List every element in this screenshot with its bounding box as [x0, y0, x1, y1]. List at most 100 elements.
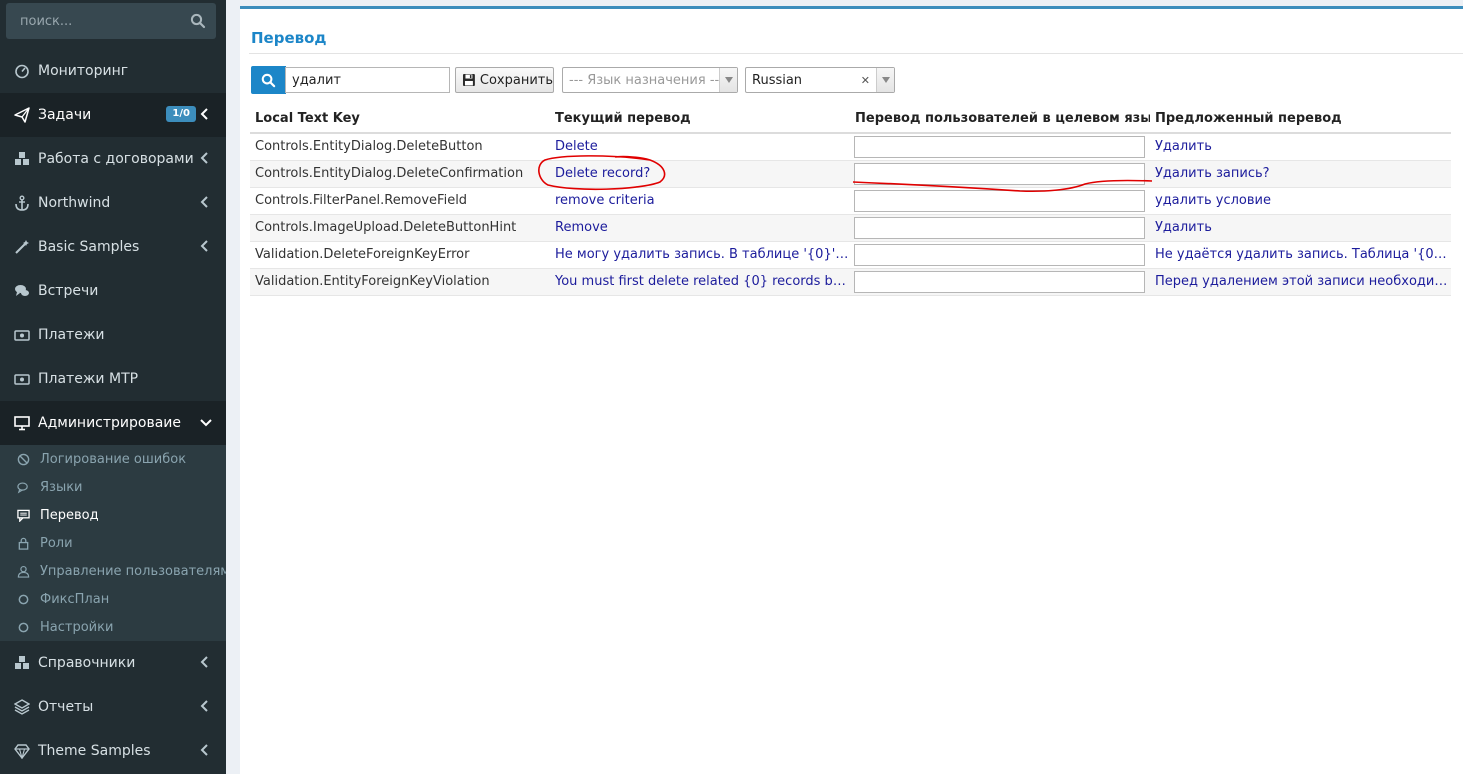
- sidebar-item-monitoring[interactable]: Мониторинг: [0, 49, 226, 93]
- circle-icon: [16, 592, 30, 606]
- administration-submenu: Логирование ошибок Языки Перевод Роли Уп…: [0, 445, 226, 641]
- sidebar-item-error-log[interactable]: Логирование ошибок: [0, 445, 226, 473]
- sidebar-item-label: Языки: [40, 479, 83, 495]
- cell-key: Controls.EntityDialog.DeleteConfirmation: [250, 160, 550, 188]
- save-button-label: Сохранить: [479, 72, 553, 88]
- cell-suggested[interactable]: удалить условие: [1150, 187, 1451, 215]
- target-language-select[interactable]: --- Язык назначения ---: [562, 67, 738, 93]
- table-row: Validation.EntityForeignKeyViolation You…: [250, 268, 1451, 296]
- sidebar-item-label: Перевод: [40, 507, 99, 523]
- column-header-user[interactable]: Перевод пользователей в целевом языке: [850, 105, 1150, 134]
- cell-current[interactable]: Не могу удалить запись. В таблице '{0}' …: [550, 241, 850, 269]
- dropdown-arrow-icon[interactable]: [719, 68, 737, 92]
- user-translation-input[interactable]: [854, 270, 1145, 293]
- tasks-count-badge: 1/0: [166, 106, 196, 122]
- sidebar-item-user-management[interactable]: Управление пользователями: [0, 557, 226, 585]
- sidebar-item-reports[interactable]: Отчеты: [0, 685, 226, 729]
- money-icon: [14, 371, 30, 387]
- sidebar-item-label: Администрироваие: [38, 415, 182, 431]
- sidebar-item-label: Мониторинг: [38, 63, 129, 79]
- sidebar-item-administration[interactable]: Администрироваие: [0, 401, 226, 445]
- cell-current[interactable]: Delete: [550, 133, 850, 161]
- sidebar-item-label: Логирование ошибок: [40, 451, 187, 467]
- quick-search-input[interactable]: [285, 67, 450, 93]
- sidebar-item-fixplan[interactable]: ФиксПлан: [0, 585, 226, 613]
- sidebar-item-label: Управление пользователями: [40, 563, 226, 579]
- search-icon[interactable]: [190, 13, 206, 29]
- column-header-key[interactable]: Local Text Key: [250, 105, 550, 134]
- lock-icon: [16, 536, 30, 550]
- translation-table: Local Text Key Текущий перевод Перевод п…: [250, 105, 1451, 296]
- sidebar-item-label: Справочники: [38, 655, 136, 671]
- sidebar-item-roles[interactable]: Роли: [0, 529, 226, 557]
- page-title: Перевод: [251, 29, 327, 47]
- user-translation-input[interactable]: [854, 135, 1145, 158]
- cell-suggested[interactable]: Не удаётся удалить запись. Таблица '{0}'…: [1150, 241, 1451, 269]
- chevron-left-icon: [200, 196, 210, 208]
- sidebar-item-label: Встречи: [38, 283, 99, 299]
- user-translation-input[interactable]: [854, 243, 1145, 266]
- user-translation-input[interactable]: [854, 162, 1145, 185]
- dropdown-arrow-icon[interactable]: [876, 68, 894, 92]
- cell-suggested[interactable]: Удалить: [1150, 133, 1451, 161]
- user-translation-input[interactable]: [854, 189, 1145, 212]
- sidebar-item-tasks[interactable]: Задачи 1/0: [0, 93, 226, 137]
- cell-suggested[interactable]: Удалить запись?: [1150, 160, 1451, 188]
- cubes-icon: [14, 151, 30, 167]
- magic-wand-icon: [14, 239, 30, 255]
- clear-icon[interactable]: ✕: [861, 74, 870, 87]
- chevron-left-icon: [200, 744, 210, 756]
- search-icon: [261, 73, 276, 87]
- table-row: Controls.ImageUpload.DeleteButtonHint Re…: [250, 214, 1451, 242]
- user-translation-input[interactable]: [854, 216, 1145, 239]
- table-row: Controls.FilterPanel.RemoveField remove …: [250, 187, 1451, 215]
- sidebar-item-label: Платежи MTP: [38, 371, 139, 387]
- sidebar-item-label: Basic Samples: [38, 239, 140, 255]
- target-language-placeholder: --- Язык назначения ---: [569, 72, 724, 88]
- sidebar-item-label: Роли: [40, 535, 73, 551]
- sidebar-item-northwind[interactable]: Northwind: [0, 181, 226, 225]
- cell-key: Controls.ImageUpload.DeleteButtonHint: [250, 214, 550, 242]
- cell-current[interactable]: Delete record?: [550, 160, 850, 188]
- sidebar-search-input[interactable]: [6, 3, 216, 39]
- sidebar: Мониторинг Задачи 1/0 Работа с договорам…: [0, 0, 226, 774]
- sidebar-item-payments[interactable]: Платежи: [0, 313, 226, 357]
- sidebar-item-translation[interactable]: Перевод: [0, 501, 226, 529]
- sidebar-item-meetings[interactable]: Встречи: [0, 269, 226, 313]
- chevron-left-icon: [200, 152, 210, 164]
- column-header-current[interactable]: Текущий перевод: [550, 105, 850, 134]
- sidebar-item-basic-samples[interactable]: Basic Samples: [0, 225, 226, 269]
- sidebar-item-languages[interactable]: Языки: [0, 473, 226, 501]
- comment-icon: [16, 508, 30, 522]
- column-header-suggested[interactable]: Предложенный перевод: [1150, 105, 1451, 134]
- cell-key: Validation.DeleteForeignKeyError: [250, 241, 550, 269]
- sidebar-item-settings[interactable]: Настройки: [0, 613, 226, 641]
- source-language-select[interactable]: Russian ✕: [745, 67, 895, 93]
- cell-current[interactable]: remove criteria: [550, 187, 850, 215]
- sidebar-item-label: ФиксПлан: [40, 591, 110, 607]
- search-button[interactable]: [251, 66, 286, 94]
- sidebar-item-label: Работа с договорами: [38, 151, 194, 167]
- sidebar-search: [6, 3, 216, 39]
- desktop-icon: [14, 415, 30, 431]
- sidebar-item-directories[interactable]: Справочники: [0, 641, 226, 685]
- cell-current[interactable]: You must first delete related {0} record…: [550, 268, 850, 296]
- table-row: Controls.EntityDialog.DeleteConfirmation…: [250, 160, 1451, 188]
- cell-suggested[interactable]: Перед удалением этой записи необходимо у…: [1150, 268, 1451, 296]
- cubes-icon: [14, 655, 30, 671]
- comments-icon: [14, 283, 30, 299]
- cell-suggested[interactable]: Удалить: [1150, 214, 1451, 242]
- cell-current[interactable]: Remove: [550, 214, 850, 242]
- divider: [249, 53, 1463, 54]
- sidebar-item-payments-mtp[interactable]: Платежи MTP: [0, 357, 226, 401]
- chevron-left-icon: [200, 656, 210, 668]
- chevron-down-icon: [200, 416, 212, 428]
- cell-user: [850, 187, 1150, 215]
- sidebar-item-contracts[interactable]: Работа с договорами: [0, 137, 226, 181]
- sidebar-item-theme-samples[interactable]: Theme Samples: [0, 729, 226, 773]
- chevron-left-icon: [200, 108, 210, 120]
- ban-icon: [16, 452, 30, 466]
- sidebar-menu: Мониторинг Задачи 1/0 Работа с договорам…: [0, 49, 226, 773]
- save-button[interactable]: Сохранить: [455, 67, 554, 93]
- table-row: Validation.DeleteForeignKeyError Не могу…: [250, 241, 1451, 269]
